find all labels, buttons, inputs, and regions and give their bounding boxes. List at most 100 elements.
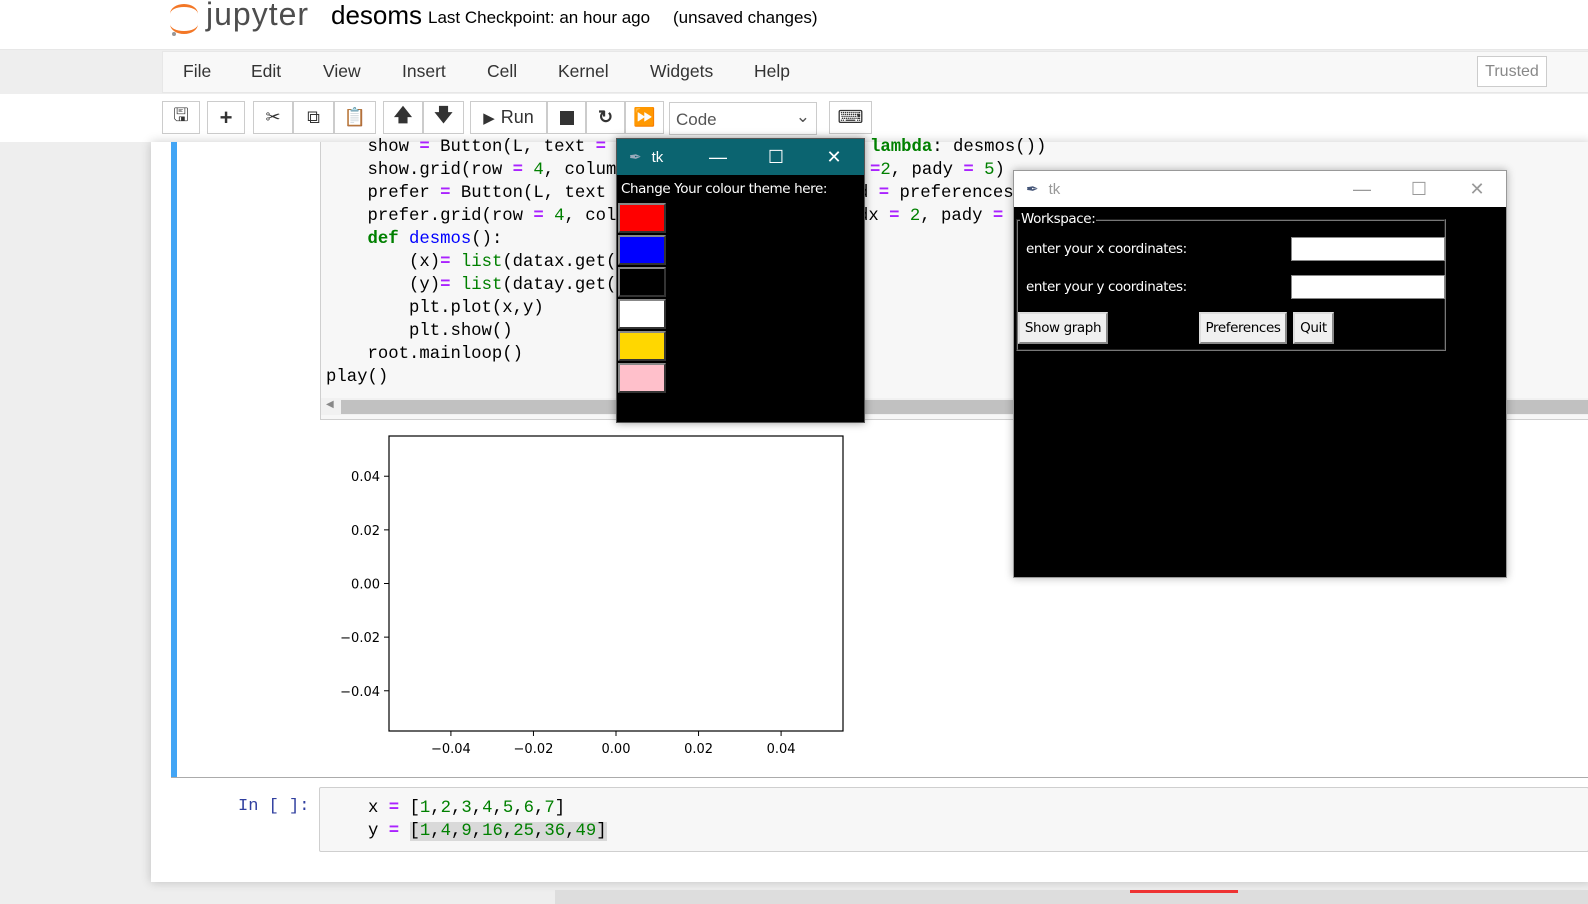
code-token: ) [994,161,1005,180]
menu-help[interactable]: Help [754,61,790,82]
code-token: , [534,799,545,818]
y-tick-label: 0.00 [351,578,380,593]
code-line: y = [1,4,9,16,25,36,49] [368,820,607,843]
selected-cell-indicator [171,142,177,778]
code-token: = [533,207,544,226]
stop-button[interactable] [547,101,586,134]
swatch-blue-button[interactable] [618,235,666,265]
plus-icon: + [219,104,233,130]
close-icon[interactable]: ✕ [1448,171,1506,207]
quit-button[interactable]: Quit [1293,312,1334,344]
code-token: , [451,822,462,841]
x-coordinates-input[interactable] [1291,237,1445,261]
code-token: 16 [482,822,503,841]
code-token: = [889,207,900,226]
code-line: prefer = Button(L, text [326,182,616,205]
run-all-button[interactable]: ⏩ [625,101,664,134]
code-token: , col [564,207,617,226]
preferences-button[interactable]: Preferences [1199,312,1287,344]
cut-button[interactable]: ✂ [253,101,293,134]
paste-button[interactable]: 📋 [334,101,376,134]
chevron-down-icon: ⌄ [795,107,810,126]
keyboard-shortcuts-button[interactable]: ⌨ [829,101,872,134]
code-line: show = Button(L, text = [326,136,616,159]
run-icon: ▶ [483,109,495,127]
restart-button[interactable]: ↻ [586,101,625,134]
code-token: 2 [909,207,921,226]
x-tick-label: 0.00 [602,742,631,757]
menu-insert[interactable]: Insert [402,61,446,82]
maximize-icon[interactable]: ☐ [747,139,805,175]
menu-edit[interactable]: Edit [251,61,281,82]
move-down-button[interactable]: 🡇 [423,101,464,134]
cell-divider [171,777,1588,778]
tk-main-titlebar[interactable]: ✒ tk — ☐ ✕ [1014,171,1506,207]
code-token: , [502,822,514,841]
show-graph-button[interactable]: Show graph [1018,312,1108,344]
arrow-down-icon: 🡇 [434,104,453,125]
fast-forward-icon: ⏩ [633,107,656,127]
swatch-red-button[interactable] [618,203,666,233]
run-button[interactable]: ▶ Run [470,101,547,134]
swatch-black-button[interactable] [618,267,666,297]
y-coordinates-input[interactable] [1291,275,1445,299]
restart-icon: ↻ [597,107,614,127]
menu-kernel[interactable]: Kernel [558,61,609,82]
code-token: (datay.get( [502,276,617,295]
code-token: ] [596,822,607,841]
trusted-indicator[interactable]: Trusted [1477,56,1547,87]
code-token: = [512,161,524,180]
move-up-button[interactable]: 🡅 [383,101,423,134]
plot-area [388,435,844,732]
feather-icon: ✒ [629,149,642,166]
code-token: 5 [984,161,995,180]
code-line: root.mainloop() [326,343,616,366]
cell-type-select[interactable]: Code ⌄ [669,102,817,135]
minimize-icon[interactable]: — [1333,171,1391,207]
x-coordinates-label: enter your x coordinates: [1026,241,1187,257]
window-title: tk [1048,180,1061,198]
x-tick-label: −0.02 [514,742,554,757]
swatch-gold-button[interactable] [618,331,666,361]
close-icon[interactable]: ✕ [805,139,863,175]
code-token: = [388,799,400,818]
menu-file[interactable]: File [183,61,211,82]
save-button[interactable]: 🖫 [162,101,200,134]
code-token: prefer.grid(row [326,207,534,226]
code-line: (y)= list(datay.get( [326,274,616,297]
page-scrollbar[interactable] [555,890,1588,904]
notebook-name[interactable]: desoms [331,0,422,31]
menu-widgets[interactable]: Widgets [650,61,713,82]
code-token: 7 [544,799,555,818]
jupyter-logo-text[interactable]: jupyter [206,0,309,33]
code-token: 4 [554,207,565,226]
scroll-left-icon[interactable]: ◀ [326,399,334,410]
swatch-pink-button[interactable] [618,363,666,393]
code-line: plt.plot(x,y) [326,297,616,320]
tk-theme-titlebar[interactable]: ✒ tk — ☐ ✕ [617,139,864,175]
minimize-icon[interactable]: — [689,139,747,175]
y-coordinates-label: enter your y coordinates: [1026,279,1187,295]
menu-view[interactable]: View [323,61,361,82]
swatch-white-button[interactable] [618,299,666,329]
maximize-icon[interactable]: ☐ [1390,171,1448,207]
code-token: plt.plot(x,y) [326,299,544,318]
code-token: desmos [408,230,472,249]
menu-cell[interactable]: Cell [487,61,517,82]
insert-cell-button[interactable]: + [207,101,245,134]
code-token: list [460,276,503,295]
copy-button[interactable]: ⧉ [293,101,334,134]
tk-theme-window: ✒ tk — ☐ ✕ Change Your colour theme here… [616,138,865,423]
code-token: y [368,822,389,841]
code-token: : desmos()) [932,138,1047,157]
x-tick-label: 0.02 [684,742,713,757]
jupyter-logo-icon [170,4,198,36]
code-token: = [870,161,881,180]
code-token: , [565,822,576,841]
y-tick-label: −0.04 [340,685,380,700]
